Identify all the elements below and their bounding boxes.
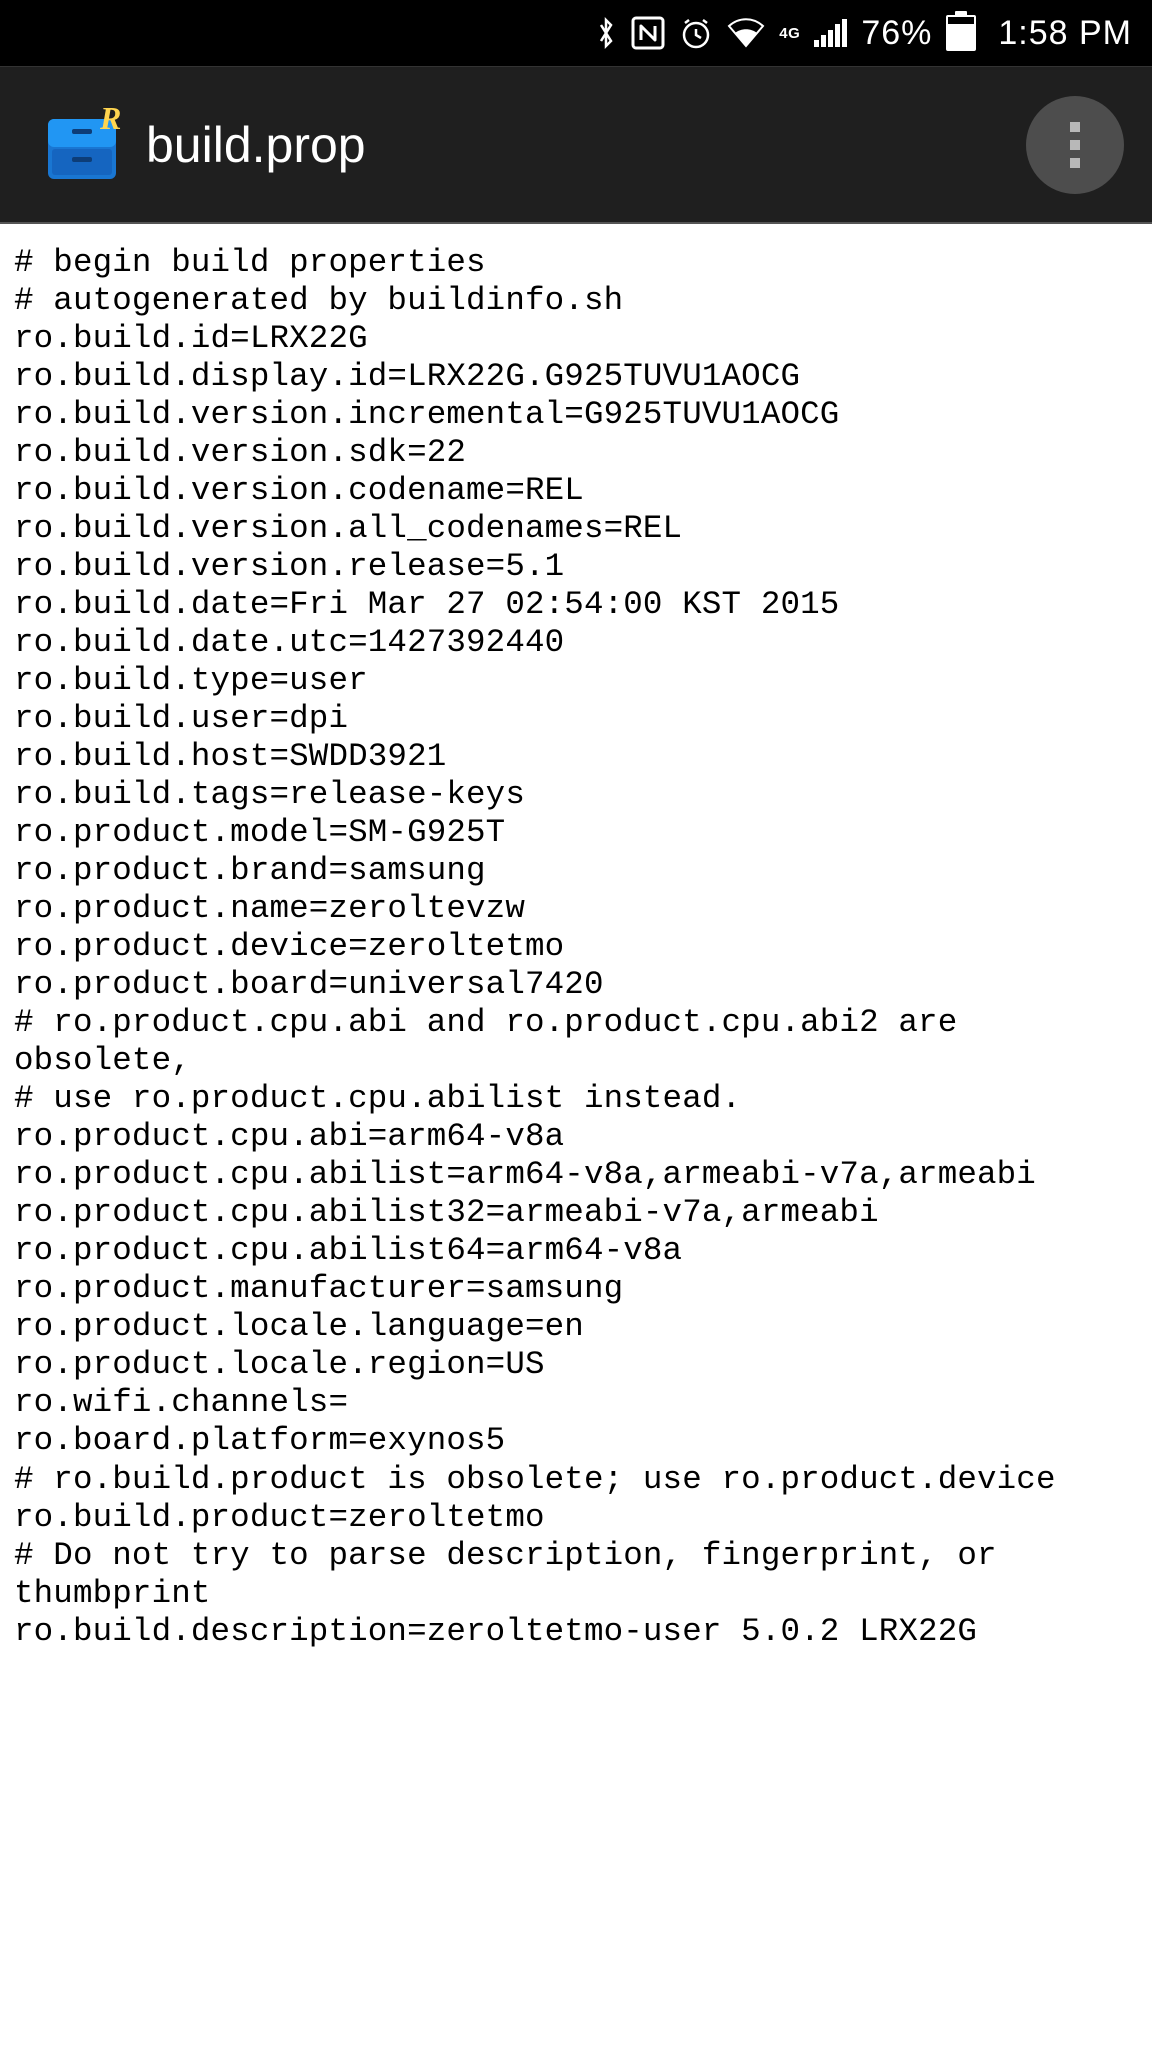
status-bar: 4G 76% 1:58 PM xyxy=(0,0,1152,66)
file-content-viewer[interactable]: # begin build properties # autogenerated… xyxy=(0,224,1152,1651)
alarm-icon xyxy=(679,16,713,50)
clock-label: 1:58 PM xyxy=(998,14,1132,53)
battery-percent-label: 76% xyxy=(861,14,932,53)
bluetooth-icon xyxy=(595,15,617,51)
overflow-menu-button[interactable] xyxy=(1026,96,1124,194)
wifi-icon xyxy=(727,18,765,48)
nfc-icon xyxy=(631,16,665,50)
network-type-label: 4G xyxy=(779,26,800,41)
dots-icon xyxy=(1070,122,1080,132)
signal-icon xyxy=(814,19,847,47)
app-icon: R xyxy=(42,105,122,185)
app-title: build.prop xyxy=(146,116,1026,174)
status-icons-group: 4G 76% 1:58 PM xyxy=(595,14,1132,53)
battery-icon xyxy=(946,15,976,51)
svg-text:R: R xyxy=(99,105,121,136)
app-bar: R build.prop xyxy=(0,66,1152,224)
